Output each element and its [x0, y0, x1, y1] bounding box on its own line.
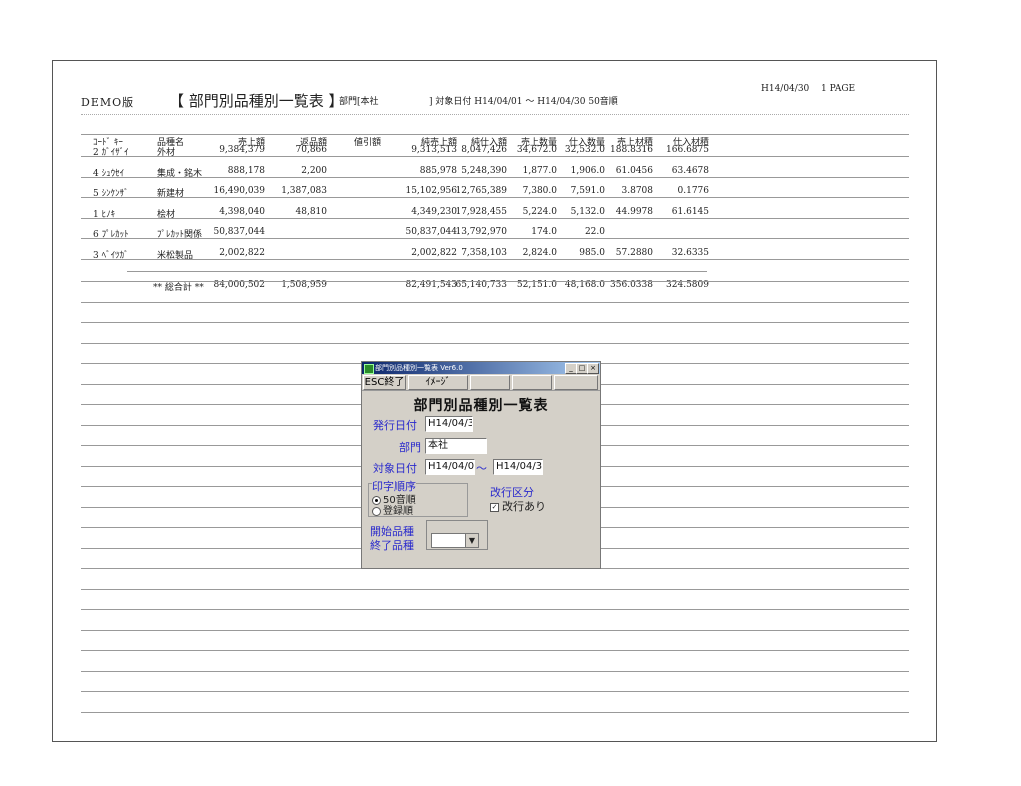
order-option2-label: 登録順 — [383, 506, 413, 517]
image-button[interactable]: ｲﾒｰｼﾞ — [408, 375, 468, 390]
table-cell-purch-vol: 63.4678 — [671, 166, 709, 176]
table-cell-sales: 4,398,040 — [219, 207, 265, 217]
report-date: H14/04/30 — [761, 84, 810, 94]
table-cell-purch-vol: 61.6145 — [671, 207, 709, 217]
table-cell-purch-vol: 0.1776 — [677, 186, 710, 196]
table-cell-net-purch: 12,765,389 — [455, 186, 507, 196]
blank-row-divider — [81, 589, 909, 590]
report-dialog[interactable]: 部門別品種別一覧表 Ver6.0 _ □ × ESC終了 ｲﾒｰｼﾞ 部門別品種… — [361, 361, 601, 569]
blank-row-divider — [81, 281, 909, 282]
blank-row-divider — [81, 630, 909, 631]
table-cell-net-purch: 5,248,390 — [461, 166, 507, 176]
table-cell-sales: 2,002,822 — [219, 248, 265, 258]
dialog-titlebar[interactable]: 部門別品種別一覧表 Ver6.0 _ □ × — [362, 362, 600, 374]
date-range-tilde: ～ — [476, 462, 487, 475]
toolbar-button-3[interactable] — [470, 375, 510, 390]
table-cell-sale-vol: 57.2880 — [615, 248, 653, 258]
close-button[interactable]: × — [587, 363, 599, 374]
issue-date-label: 発行日付 — [373, 419, 417, 432]
table-cell-net-sales: 15,102,956 — [405, 186, 457, 196]
table-cell-purch-qty: 5,132.0 — [570, 207, 605, 217]
table-cell-sale-vol: 44.9978 — [615, 207, 653, 217]
table-cell-net-sales: 4,349,230 — [411, 207, 457, 217]
demo-label: DEMO版 — [81, 96, 135, 109]
row-divider — [81, 238, 909, 239]
table-cell-sales: 50,837,044 — [213, 227, 265, 237]
esc-exit-button[interactable]: ESC終了 — [363, 375, 406, 390]
from-date-field[interactable]: H14/04/01 — [425, 459, 475, 475]
column-header: 値引額 — [353, 138, 381, 148]
table-cell-net-sales: 50,837,044 — [405, 227, 457, 237]
table-cell-purch-qty: 32,532.0 — [564, 145, 605, 155]
end-item-label: 終了品種 — [370, 539, 414, 552]
dept-field[interactable]: 本社 — [425, 438, 487, 454]
table-cell-sales: 9,384,379 — [219, 145, 265, 155]
app-icon — [364, 364, 374, 374]
row-divider — [81, 156, 909, 157]
report-condition: ] 対象日付 H14/04/01 ～ H14/04/30 50音順 — [429, 97, 618, 107]
table-cell-sale-vol: 61.0456 — [615, 166, 653, 176]
blank-row-divider — [81, 609, 909, 610]
table-cell-net-purch: 17,928,455 — [455, 207, 507, 217]
blank-row-divider — [81, 322, 909, 323]
table-cell-sale-vol: 188.8316 — [610, 145, 653, 155]
toolbar-button-4[interactable] — [512, 375, 552, 390]
issue-date-field[interactable]: H14/04/30 — [425, 416, 473, 432]
row-divider — [81, 177, 909, 178]
blank-row-divider — [81, 712, 909, 713]
dept-label: 部門 — [399, 441, 421, 454]
table-cell-returns: 70,866 — [295, 145, 328, 155]
blank-row-divider — [81, 671, 909, 672]
chevron-down-icon[interactable]: ▼ — [465, 534, 478, 547]
blank-row-divider — [81, 691, 909, 692]
target-date-label: 対象日付 — [373, 462, 417, 475]
table-cell-returns: 2,200 — [301, 166, 327, 176]
report-title: 【 部門別品種別一覧表 】 — [169, 92, 344, 110]
table-cell-net-sales: 9,313,513 — [411, 145, 457, 155]
header-divider — [81, 114, 909, 115]
blank-row-divider — [81, 302, 909, 303]
table-cell-purch-qty: 22.0 — [584, 227, 605, 237]
table-cell-net-purch: 13,792,970 — [455, 227, 507, 237]
table-cell-returns: 48,810 — [295, 207, 328, 217]
row-divider — [81, 259, 909, 260]
checkbox-checked-icon: ✓ — [490, 502, 499, 512]
report-dept: 部門[本社 — [339, 97, 379, 107]
table-cell-returns: 1,387,083 — [281, 186, 327, 196]
toolbar-button-5[interactable] — [554, 375, 598, 390]
table-cell-purch-qty: 7,591.0 — [570, 186, 605, 196]
table-cell-sales: 16,490,039 — [213, 186, 265, 196]
blank-row-divider — [81, 650, 909, 651]
table-cell-net-sales: 885,978 — [419, 166, 457, 176]
table-cell-net-sales: 2,002,822 — [411, 248, 457, 258]
dialog-toolbar: ESC終了 ｲﾒｰｼﾞ — [362, 375, 600, 391]
table-cell-sales: 888,178 — [227, 166, 265, 176]
row-divider — [81, 197, 909, 198]
table-cell-sale-vol: 3.8708 — [621, 186, 654, 196]
to-date-field[interactable]: H14/04/30 — [493, 459, 543, 475]
report-page: 1 PAGE — [821, 84, 856, 94]
row-divider — [81, 218, 909, 219]
blank-row-divider — [81, 343, 909, 344]
table-cell-purch-qty: 985.0 — [579, 248, 605, 258]
dialog-title: 部門別品種別一覧表 Ver6.0 — [375, 364, 463, 372]
item-combo-group: ▼ — [426, 520, 488, 550]
table-cell-net-purch: 7,358,103 — [461, 248, 507, 258]
table-cell-net-purch: 8,047,426 — [461, 145, 507, 155]
page-break-checkbox[interactable]: ✓ 改行あり — [490, 498, 546, 514]
subtotal-divider — [127, 271, 707, 272]
dialog-heading: 部門別品種別一覧表 — [413, 398, 549, 414]
item-combo[interactable]: ▼ — [431, 533, 479, 548]
table-cell-purch-vol: 166.6875 — [666, 145, 709, 155]
order-radio-registered[interactable]: 登録順 — [372, 502, 413, 517]
radio-empty-icon — [372, 506, 381, 516]
table-cell-purch-qty: 1,906.0 — [570, 166, 605, 176]
page-break-option-label: 改行あり — [502, 500, 546, 513]
table-cell-purch-vol: 32.6335 — [671, 248, 709, 258]
